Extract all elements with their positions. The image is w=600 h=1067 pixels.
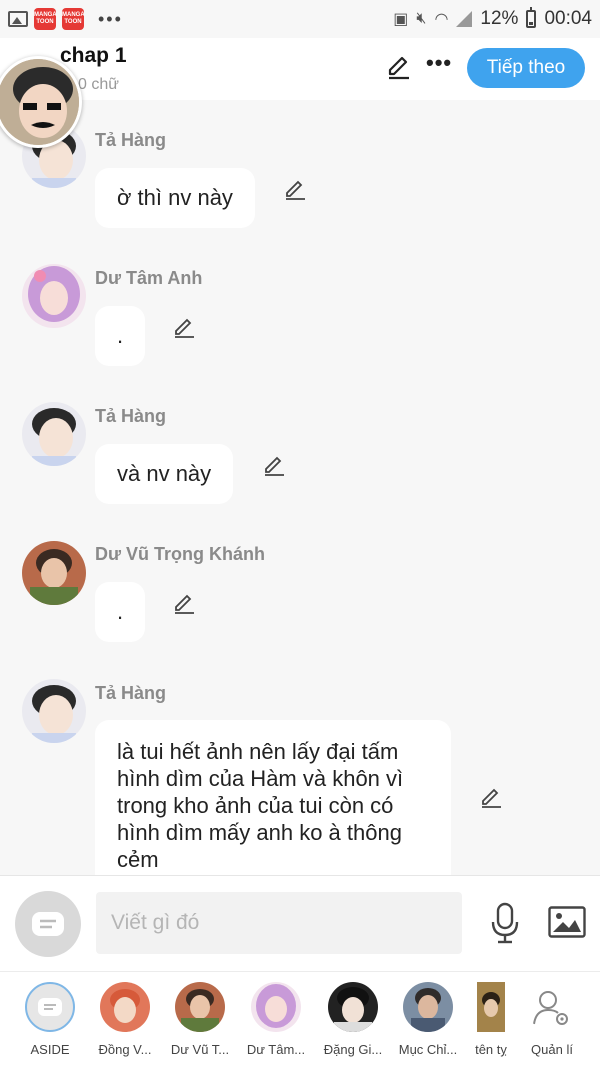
user-settings-icon (533, 991, 568, 1025)
battery-percent: 12% (480, 8, 519, 29)
microphone-icon[interactable] (490, 902, 520, 944)
clock: 00:04 (544, 8, 592, 29)
character-item[interactable]: Đặng Gi... (315, 982, 391, 1057)
mangatoon-notification-icon-2: MANGA TOON (62, 8, 85, 30)
next-button[interactable]: Tiếp theo (467, 48, 585, 88)
edit-message-icon[interactable] (283, 178, 307, 202)
message-bubble[interactable]: . (95, 306, 146, 366)
message-author: Tả Hàng (95, 130, 167, 150)
chat-bubble-icon (38, 998, 62, 1016)
mangatoon-notification-icon: MANGA TOON (34, 8, 57, 30)
edit-message-icon[interactable] (172, 316, 196, 340)
character-item[interactable]: Dư Vũ T... (162, 982, 238, 1057)
signal-icon (456, 11, 473, 27)
gallery-notification-icon (8, 11, 28, 27)
chat-type-button[interactable] (15, 891, 81, 957)
status-bar: MANGA TOON MANGA TOON ••• ▣ 🔇︎ ◠ 12% 00:… (0, 0, 600, 38)
word-count: 0 chữ (78, 76, 119, 93)
character-label: Đặng Gi... (323, 1042, 383, 1057)
edit-message-icon[interactable] (479, 786, 503, 810)
manage-characters-button[interactable]: Quản lí (514, 982, 590, 1057)
message-bubble[interactable]: và nv này (95, 444, 234, 504)
message-bubble[interactable]: ờ thì nv này (95, 168, 255, 228)
character-item[interactable]: Mục Chỉ... (390, 982, 466, 1057)
character-label: Mục Chỉ... (398, 1042, 458, 1057)
header: chap 1 0 chữ ••• Tiếp theo (0, 38, 600, 100)
wifi-icon: ◠ (434, 11, 449, 28)
avatar (403, 982, 453, 1032)
avatar[interactable] (22, 402, 86, 466)
more-icon[interactable]: ••• (426, 50, 452, 76)
chat-bubble-icon (32, 912, 64, 936)
message-author: Dư Tâm Anh (95, 268, 203, 288)
character-label: Quản lí (531, 1042, 573, 1057)
character-selector: ASIDE Đồng V... Dư Vũ T... Dư Tâm... Đặn… (0, 971, 600, 1067)
avatar (477, 982, 505, 1032)
avatar[interactable] (22, 541, 86, 605)
page-title: chap 1 (60, 44, 127, 67)
message-author: Tả Hàng (95, 683, 167, 703)
compose-bar (0, 875, 600, 971)
avatar (251, 982, 301, 1032)
character-label: ASIDE (30, 1042, 70, 1057)
message-bubble[interactable]: là tui hết ảnh nên lấy đại tấm hình dìm … (95, 720, 451, 875)
avatar (175, 982, 225, 1032)
message-input[interactable] (96, 892, 462, 954)
character-label: Đồng V... (98, 1042, 152, 1057)
message-author: Dư Vũ Trọng Khánh (95, 544, 266, 564)
avatar (328, 982, 378, 1032)
message-bubble[interactable]: . (95, 582, 146, 642)
edit-title-icon[interactable] (386, 54, 412, 80)
message-author: Tả Hàng (95, 406, 167, 426)
battery-saver-icon: ▣ (393, 11, 409, 28)
avatar[interactable] (22, 264, 86, 328)
message-feed[interactable]: Tả Hàng ờ thì nv này Dư Tâm Anh . Tả Hàn… (0, 100, 600, 875)
character-label: Dư Vũ T... (170, 1042, 230, 1057)
avatar[interactable] (22, 679, 86, 743)
character-item[interactable]: Dư Tâm... (238, 982, 314, 1057)
avatar (100, 982, 150, 1032)
character-aside[interactable]: ASIDE (12, 982, 88, 1057)
manage-avatar (527, 982, 577, 1032)
edit-message-icon[interactable] (172, 592, 196, 616)
character-item[interactable]: Đồng V... (87, 982, 163, 1057)
edit-message-icon[interactable] (262, 454, 286, 478)
aside-avatar (25, 982, 75, 1032)
mute-icon: 🔇︎ (416, 10, 427, 27)
more-notifications-icon: ••• (98, 8, 123, 29)
battery-icon (526, 7, 537, 28)
image-icon[interactable] (548, 906, 586, 938)
character-label: Dư Tâm... (246, 1042, 306, 1057)
